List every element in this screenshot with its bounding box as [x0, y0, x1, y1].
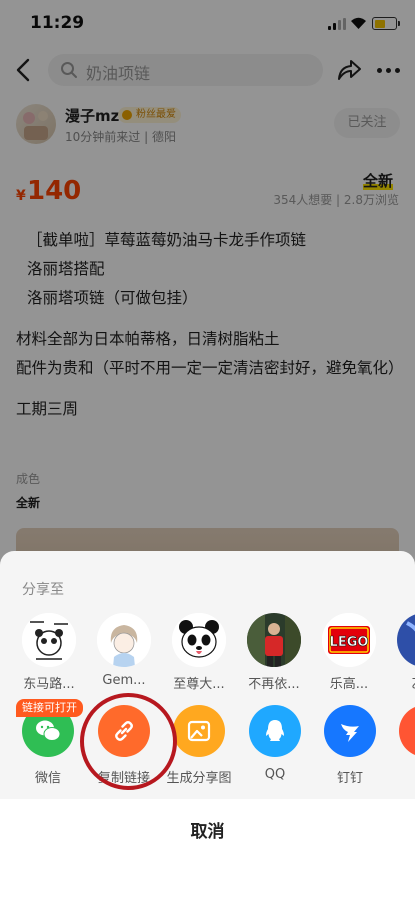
contact-avatar: [172, 613, 226, 667]
contact-name: Gem...: [102, 673, 146, 688]
contact-name: 乐高...: [329, 677, 369, 692]
contact-name: 不再依...: [248, 677, 300, 692]
contact-avatar: [97, 613, 151, 667]
weibo-icon: [399, 705, 415, 757]
image-icon: [173, 705, 225, 757]
app-label: 微: [387, 767, 415, 786]
contact-name: 至尊大...: [173, 677, 225, 692]
app-label: 钉钉: [336, 771, 363, 786]
link-openable-badge: 链接可打开: [16, 699, 83, 717]
svg-text:LEGO: LEGO: [330, 635, 369, 650]
link-icon: [98, 705, 150, 757]
share-title: 分享至: [22, 582, 64, 598]
app-label: QQ: [264, 767, 286, 782]
contact-avatar: [397, 613, 415, 667]
dingtalk-icon: [324, 705, 376, 757]
cancel-area: 取消: [0, 799, 415, 900]
share-sheet: 分享至 东马路... Gem... 至尊大... 不再依... LEGO 乐高.…: [0, 551, 415, 900]
app-label: 复制链接: [97, 771, 150, 786]
contact-avatar: [22, 613, 76, 667]
app-label: 微信: [34, 771, 61, 786]
app-label: 生成分享图: [166, 771, 232, 786]
contact-avatar: [247, 613, 301, 667]
contact-avatar: LEGO: [322, 613, 376, 667]
qq-icon: [249, 705, 301, 757]
cancel-button[interactable]: 取消: [0, 817, 415, 847]
contact-name: 乙...: [391, 673, 415, 692]
contact-name: 东马路...: [23, 677, 75, 692]
recent-contacts: 东马路... Gem... 至尊大... 不再依... LEGO 乐高...: [0, 613, 415, 693]
